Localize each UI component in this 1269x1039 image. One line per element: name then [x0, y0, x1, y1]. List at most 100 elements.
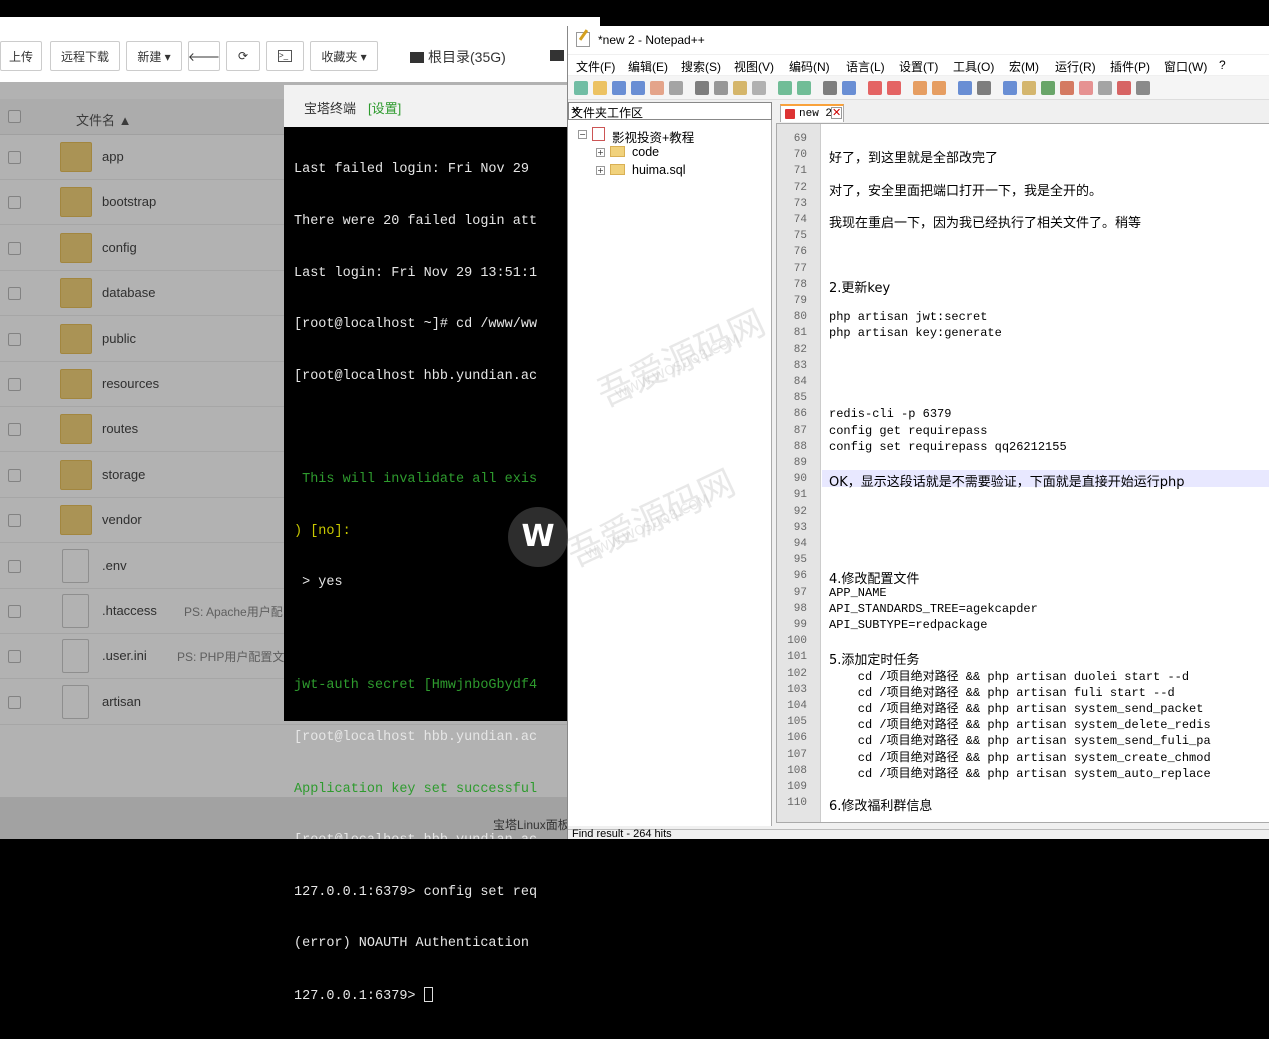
line-number: 73	[793, 197, 807, 210]
terminal-line: 127.0.0.1:6379> config set req	[294, 884, 538, 900]
terminal-output[interactable]: Last failed login: Fri Nov 29 There were…	[294, 127, 584, 1039]
tree-item-huima-sql[interactable]: huima.sql	[632, 163, 686, 177]
root-dir-button[interactable]: 根目录(35G)	[410, 47, 506, 67]
menu-plugins[interactable]: 插件(P)	[1110, 58, 1150, 75]
menu-settings[interactable]: 设置(T)	[899, 58, 938, 75]
menu-file[interactable]: 文件(F)	[576, 58, 615, 75]
tab-new-2[interactable]: new 2 ✕	[780, 104, 844, 122]
terminal-icon: >_	[278, 50, 292, 62]
toolbar-tool-icon[interactable]	[612, 81, 626, 95]
toolbar-tool-icon[interactable]	[714, 81, 728, 95]
line-number: 108	[787, 764, 807, 777]
code-line: APP_NAME	[829, 585, 887, 600]
line-number: 106	[787, 732, 807, 745]
close-icon[interactable]: ✕	[831, 107, 842, 119]
notepad-title-bar: *new 2 - Notepad++	[568, 26, 1269, 54]
project-icon	[592, 127, 605, 141]
line-number: 88	[793, 440, 807, 453]
toolbar-tool-icon[interactable]	[752, 81, 766, 95]
line-number: 85	[793, 392, 807, 405]
notepad-plus-plus-window: *new 2 - Notepad++ 文件(F) 编辑(E) 搜索(S) 视图(…	[567, 26, 1269, 840]
menu-edit[interactable]: 编辑(E)	[628, 58, 668, 75]
back-button[interactable]: 🡐	[188, 41, 220, 71]
remote-download-button[interactable]: 远程下载	[50, 41, 120, 71]
menu-help[interactable]: ?	[1219, 58, 1226, 72]
toolbar-tool-icon[interactable]	[733, 81, 747, 95]
line-number: 72	[793, 181, 807, 194]
terminal-window[interactable]: 宝塔终端 [设置] Last failed login: Fri Nov 29 …	[284, 85, 584, 1004]
line-number: 102	[787, 667, 807, 680]
terminal-button[interactable]: >_	[266, 41, 304, 71]
toolbar-tool-icon[interactable]	[631, 81, 645, 95]
line-number: 110	[787, 797, 807, 810]
toolbar-tool-icon[interactable]	[823, 81, 837, 95]
code-line: 5.添加定时任务	[829, 653, 920, 669]
toolbar-tool-icon[interactable]	[887, 81, 901, 95]
line-number: 100	[787, 635, 807, 648]
expand-icon[interactable]: +	[596, 166, 605, 175]
upload-button[interactable]: 上传	[0, 41, 42, 71]
toolbar-tool-icon[interactable]	[593, 81, 607, 95]
line-number: 109	[787, 781, 807, 793]
menu-encoding[interactable]: 编码(N)	[789, 58, 830, 75]
terminal-cursor	[423, 986, 433, 1002]
new-dropdown-button[interactable]: 新建 ▾	[126, 41, 182, 71]
favorites-dropdown-button[interactable]: 收藏夹 ▾	[310, 41, 378, 71]
toolbar-tool-icon[interactable]	[1098, 81, 1112, 95]
code-line: cd /项目绝对路径 && php artisan system_delete_…	[829, 718, 1211, 733]
folder-workspace-panel: 文件夹工作区 ✕ − 影视投资+教程 + code + huima.sql	[568, 102, 772, 826]
toolbar-tool-icon[interactable]	[932, 81, 946, 95]
menu-window[interactable]: 窗口(W)	[1164, 58, 1207, 75]
toolbar-tool-icon[interactable]	[1003, 81, 1017, 95]
menu-language[interactable]: 语言(L)	[846, 58, 885, 75]
menu-macro[interactable]: 宏(M)	[1009, 58, 1039, 75]
toolbar-tool-icon[interactable]	[1136, 81, 1150, 95]
toolbar-tool-icon[interactable]	[650, 81, 664, 95]
toolbar-tool-icon[interactable]	[574, 81, 588, 95]
toolbar-tool-icon[interactable]	[977, 81, 991, 95]
editor-area[interactable]: 69 70 好了，到这里就是全部改完了 71 72 对了，安全里面把端口打开一下，我是全开…	[776, 123, 1269, 823]
line-number: 101	[787, 651, 807, 664]
tree-item-code[interactable]: code	[632, 145, 659, 159]
toolbar-tool-icon[interactable]	[1022, 81, 1036, 95]
line-number: 94	[793, 538, 807, 550]
collapse-icon[interactable]: −	[578, 130, 587, 139]
refresh-icon: ⟳	[237, 49, 249, 63]
line-number: 86	[793, 408, 807, 421]
refresh-button[interactable]: ⟳	[226, 41, 260, 71]
root-dir-label: 根目录(35G)	[428, 49, 506, 65]
toolbar-tool-icon[interactable]	[1060, 81, 1074, 95]
toolbar-tool-icon[interactable]	[778, 81, 792, 95]
tree-root[interactable]: 影视投资+教程	[612, 127, 694, 146]
menu-view[interactable]: 视图(V)	[734, 58, 774, 75]
folder-icon	[610, 164, 625, 175]
close-icon[interactable]: ✕	[571, 104, 767, 117]
menu-run[interactable]: 运行(R)	[1055, 58, 1096, 75]
toolbar-tool-icon[interactable]	[797, 81, 811, 95]
toolbar-tool-icon[interactable]	[669, 81, 683, 95]
menu-tools[interactable]: 工具(O)	[953, 58, 994, 75]
toolbar-tool-icon[interactable]	[868, 81, 882, 95]
toolbar-tool-icon[interactable]	[1041, 81, 1055, 95]
toolbar-tool-icon[interactable]	[1079, 81, 1093, 95]
terminal-line: Last login: Fri Nov 29 13:51:1	[294, 265, 538, 281]
terminal-settings-link[interactable]: [设置]	[368, 98, 401, 117]
status-bar: Find result - 264 hits	[568, 828, 1269, 840]
line-number: 81	[793, 327, 807, 340]
toolbar-tool-icon[interactable]	[1117, 81, 1131, 95]
expand-icon[interactable]: +	[596, 148, 605, 157]
code-line: cd /项目绝对路径 && php artisan system_auto_re…	[829, 766, 1211, 781]
line-number: 74	[793, 214, 807, 226]
toolbar-tool-icon[interactable]	[958, 81, 972, 95]
code-line: API_SUBTYPE=redpackage	[829, 618, 988, 632]
folder-icon	[610, 146, 625, 157]
terminal-prompt-line[interactable]: 127.0.0.1:6379>	[294, 986, 584, 1004]
toolbar-tool-icon[interactable]	[913, 81, 927, 95]
toolbar-tool-icon[interactable]	[695, 81, 709, 95]
terminal-title-bar: 宝塔终端 [设置]	[284, 85, 584, 127]
line-number: 97	[793, 586, 807, 599]
menu-search[interactable]: 搜索(S)	[681, 58, 721, 75]
line-number: 82	[793, 343, 807, 356]
toolbar-tool-icon[interactable]	[842, 81, 856, 95]
